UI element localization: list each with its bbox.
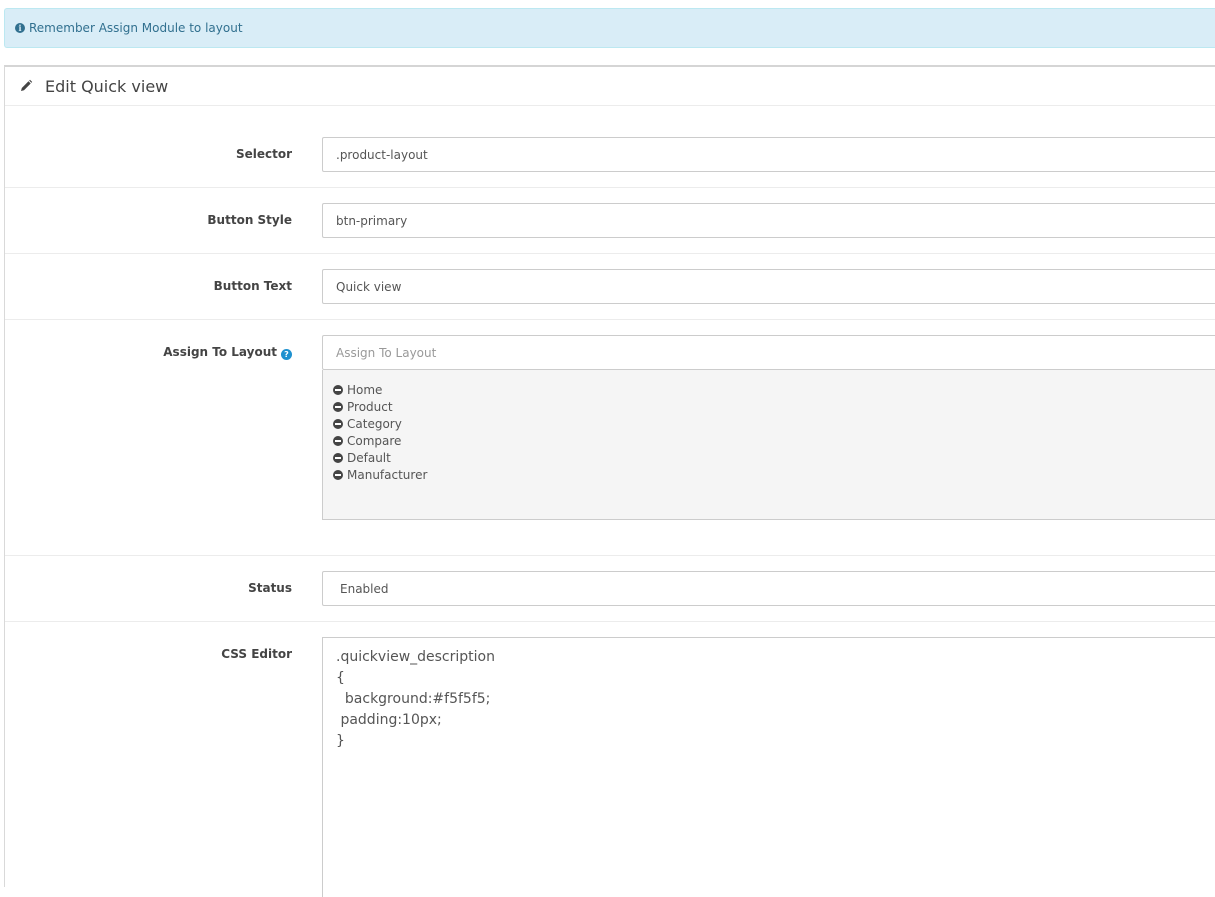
minus-circle-icon[interactable] — [333, 452, 343, 463]
layout-item-category: Category — [333, 415, 1215, 432]
alert-text: Remember Assign Module to layout — [29, 21, 243, 35]
form-row-status: Status Enabled — [5, 556, 1215, 622]
layout-item-label: Compare — [347, 433, 402, 448]
panel-title: Edit Quick view — [45, 76, 169, 96]
question-circle-icon[interactable]: ? — [281, 349, 292, 360]
pencil-icon — [21, 79, 33, 91]
minus-circle-icon[interactable] — [333, 469, 343, 480]
selector-label: Selector — [235, 147, 292, 161]
panel-heading: Edit Quick view — [5, 67, 1215, 106]
css-editor-label: CSS Editor — [221, 647, 292, 661]
assign-layout-label-text: Assign To Layout — [163, 345, 277, 359]
layout-item-default: Default — [333, 449, 1215, 466]
info-circle-icon: i — [15, 23, 25, 33]
css-editor-textarea[interactable]: .quickview_description { background:#f5f… — [322, 637, 1215, 897]
button-text-label: Button Text — [213, 279, 292, 293]
layout-item-label: Manufacturer — [347, 467, 428, 482]
button-style-input[interactable]: btn-primary — [322, 203, 1215, 238]
form-row-selector: Selector .product-layout — [5, 107, 1215, 188]
button-text-input[interactable]: Quick view — [322, 269, 1215, 304]
status-label: Status — [248, 581, 292, 595]
form-row-button-style: Button Style btn-primary — [5, 188, 1215, 254]
layout-item-label: Default — [347, 450, 391, 465]
status-select[interactable]: Enabled — [322, 571, 1215, 606]
minus-circle-icon[interactable] — [333, 401, 343, 412]
layout-item-manufacturer: Manufacturer — [333, 466, 1215, 483]
selector-input[interactable]: .product-layout — [322, 137, 1215, 172]
form-row-css-editor: CSS Editor .quickview_description { back… — [5, 622, 1215, 897]
assign-layout-label: Assign To Layout? — [12, 345, 292, 360]
button-style-label: Button Style — [207, 213, 292, 227]
minus-circle-icon[interactable] — [333, 418, 343, 429]
minus-circle-icon[interactable] — [333, 435, 343, 446]
layout-item-compare: Compare — [333, 432, 1215, 449]
edit-panel: Edit Quick view Selector .product-layout… — [4, 65, 1215, 897]
assigned-layout-list: Home Product Category Compare Default Ma… — [322, 370, 1215, 520]
form-row-button-text: Button Text Quick view — [5, 254, 1215, 320]
form-row-assign-layout: Assign To Layout? Assign To Layout Home … — [5, 320, 1215, 556]
assign-layout-input[interactable]: Assign To Layout — [322, 335, 1215, 370]
info-alert: i Remember Assign Module to layout — [4, 8, 1215, 48]
layout-item-home: Home — [333, 381, 1215, 398]
minus-circle-icon[interactable] — [333, 384, 343, 395]
layout-item-label: Category — [347, 416, 402, 431]
layout-item-product: Product — [333, 398, 1215, 415]
layout-item-label: Home — [347, 382, 383, 397]
layout-item-label: Product — [347, 399, 393, 414]
